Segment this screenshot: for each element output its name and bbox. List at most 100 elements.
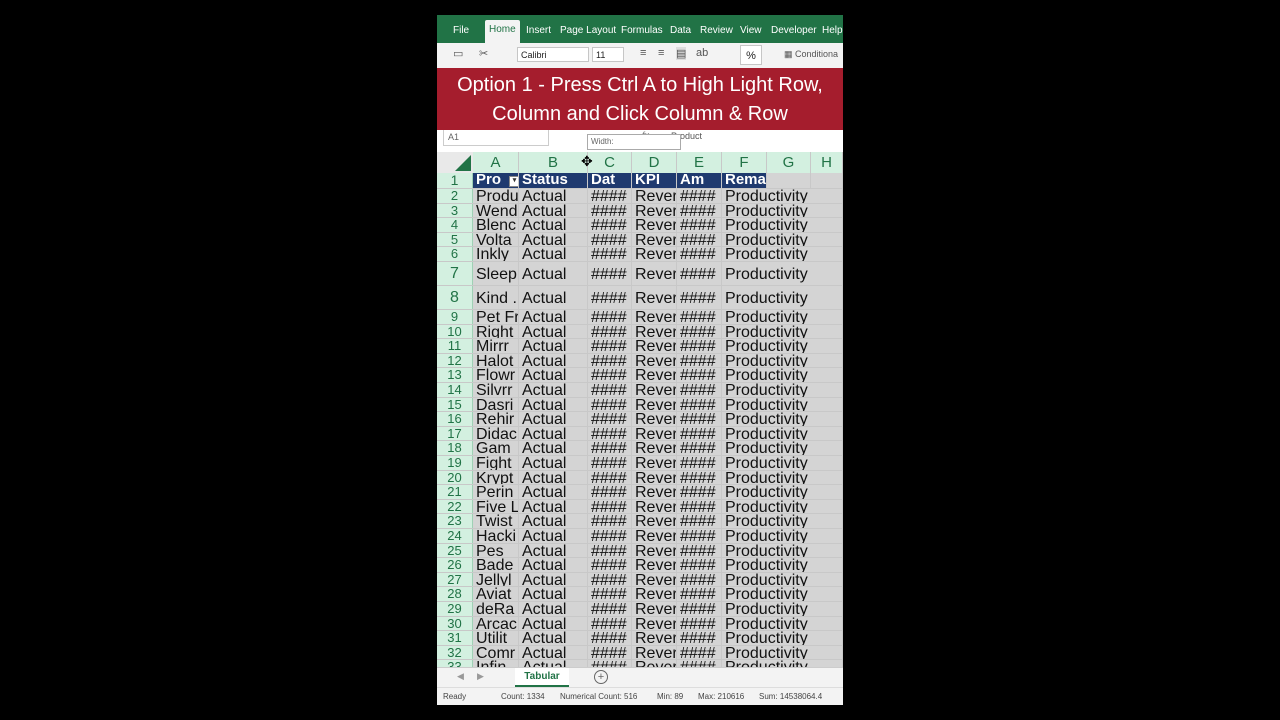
row-number[interactable]: 17 — [437, 426, 473, 441]
cell-d[interactable]: Rever — [632, 514, 677, 528]
cell-d[interactable]: Rever — [632, 645, 677, 660]
cell-f[interactable]: Productivity Ap — [722, 645, 811, 660]
cell-d[interactable]: Rever — [632, 310, 677, 324]
cell-c[interactable]: #### — [588, 203, 632, 218]
cell-e[interactable]: #### — [677, 529, 722, 543]
cell-c[interactable]: #### — [588, 529, 632, 543]
row-number[interactable]: 4 — [437, 218, 473, 232]
cell-b[interactable]: Actual — [519, 558, 588, 572]
cell-b[interactable]: Actual — [519, 660, 588, 667]
cell-e[interactable]: #### — [677, 383, 722, 397]
cell-d[interactable]: Rever — [632, 529, 677, 543]
cell-e[interactable]: #### — [677, 286, 722, 309]
cell-d[interactable]: Rever — [632, 660, 677, 667]
cell-b[interactable]: Actual — [519, 543, 588, 558]
cell-e[interactable]: #### — [677, 499, 722, 514]
conditional-formatting-button[interactable]: ▦ Conditiona — [784, 49, 838, 60]
cell-f[interactable]: Productivity Ap — [722, 529, 811, 543]
row-number[interactable]: 6 — [437, 247, 473, 261]
cell-a[interactable]: Wend — [473, 203, 519, 218]
cell-d[interactable]: Rever — [632, 631, 677, 645]
cell-e[interactable]: #### — [677, 203, 722, 218]
row-number[interactable]: 12 — [437, 353, 473, 368]
cell-a[interactable]: Utilit — [473, 631, 519, 645]
cell-f[interactable]: Productivity Ap — [722, 310, 811, 324]
cell-f[interactable]: Productivity Ap — [722, 262, 811, 285]
align-top-icon[interactable]: ≡ — [640, 47, 646, 59]
cell-d[interactable]: Rever — [632, 397, 677, 412]
cell-f[interactable]: Productivity Ap — [722, 218, 811, 232]
cell-a[interactable]: Dasri — [473, 397, 519, 412]
cell-g[interactable] — [811, 383, 843, 397]
row-number[interactable]: 27 — [437, 572, 473, 587]
cell-d[interactable]: Rever — [632, 218, 677, 232]
cell-c[interactable]: #### — [588, 572, 632, 587]
row-number[interactable]: 10 — [437, 324, 473, 339]
cell-d[interactable]: Rever — [632, 383, 677, 397]
cell-c[interactable]: #### — [588, 441, 632, 455]
row-number[interactable]: 30 — [437, 616, 473, 631]
cell-a[interactable]: Didac — [473, 426, 519, 441]
cell-g[interactable] — [811, 368, 843, 382]
row-number[interactable]: 24 — [437, 529, 473, 543]
wrap-text-icon[interactable]: ab — [696, 47, 708, 59]
cell-d[interactable]: Rever — [632, 587, 677, 601]
cell-e[interactable]: #### — [677, 572, 722, 587]
header-cell-h[interactable] — [811, 173, 843, 188]
row-number[interactable]: 13 — [437, 368, 473, 382]
cell-c[interactable]: #### — [588, 631, 632, 645]
cell-g[interactable] — [811, 247, 843, 261]
cell-f[interactable]: Productivity Ap — [722, 631, 811, 645]
cell-b[interactable]: Actual — [519, 310, 588, 324]
row-number[interactable]: 14 — [437, 383, 473, 397]
tab-developer[interactable]: Developer — [771, 21, 817, 43]
paste-icon[interactable]: ▭ — [453, 47, 463, 60]
cell-b[interactable]: Actual — [519, 587, 588, 601]
row-number[interactable]: 19 — [437, 456, 473, 470]
cell-b[interactable]: Actual — [519, 412, 588, 426]
cell-a[interactable]: Right — [473, 324, 519, 339]
cell-d[interactable]: Rever — [632, 262, 677, 285]
tab-page-layout[interactable]: Page Layout — [560, 21, 616, 43]
cell-b[interactable]: Actual — [519, 631, 588, 645]
cell-g[interactable] — [811, 558, 843, 572]
cell-d[interactable]: Rever — [632, 441, 677, 455]
cell-c[interactable]: #### — [588, 485, 632, 499]
cell-g[interactable] — [811, 339, 843, 353]
cell-e[interactable]: #### — [677, 353, 722, 368]
cell-g[interactable] — [811, 456, 843, 470]
row-number[interactable]: 21 — [437, 485, 473, 499]
cell-a[interactable]: Rehir — [473, 412, 519, 426]
cell-f[interactable]: Productivity Ap — [722, 456, 811, 470]
cell-c[interactable]: #### — [588, 286, 632, 309]
tab-data[interactable]: Data — [670, 21, 691, 43]
cell-g[interactable] — [811, 441, 843, 455]
cell-f[interactable]: Productivity Ap — [722, 514, 811, 528]
cell-a[interactable]: Gam — [473, 441, 519, 455]
cell-g[interactable] — [811, 189, 843, 203]
cell-e[interactable]: #### — [677, 310, 722, 324]
cell-f[interactable]: Productivity Ap — [722, 602, 811, 616]
cell-f[interactable]: Productivity Ap — [722, 543, 811, 558]
cell-b[interactable]: Actual — [519, 514, 588, 528]
cell-d[interactable]: Rever — [632, 470, 677, 485]
cell-g[interactable] — [811, 572, 843, 587]
cell-b[interactable]: Actual — [519, 499, 588, 514]
header-cell-product[interactable]: Pro ▾ — [473, 173, 519, 188]
cell-f[interactable]: Productivity Ap — [722, 558, 811, 572]
cell-a[interactable]: deRa — [473, 602, 519, 616]
cell-d[interactable]: Rever — [632, 247, 677, 261]
cell-g[interactable] — [811, 499, 843, 514]
cell-b[interactable]: Actual — [519, 645, 588, 660]
cell-g[interactable] — [811, 324, 843, 339]
cell-a[interactable]: Pes — [473, 543, 519, 558]
cell-b[interactable]: Actual — [519, 441, 588, 455]
cell-c[interactable]: #### — [588, 368, 632, 382]
column-header-g[interactable]: G — [767, 152, 811, 173]
add-sheet-icon[interactable]: + — [594, 670, 608, 684]
row-number[interactable]: 20 — [437, 470, 473, 485]
cell-e[interactable]: #### — [677, 543, 722, 558]
cell-c[interactable]: #### — [588, 470, 632, 485]
row-number[interactable]: 15 — [437, 397, 473, 412]
cell-e[interactable]: #### — [677, 339, 722, 353]
